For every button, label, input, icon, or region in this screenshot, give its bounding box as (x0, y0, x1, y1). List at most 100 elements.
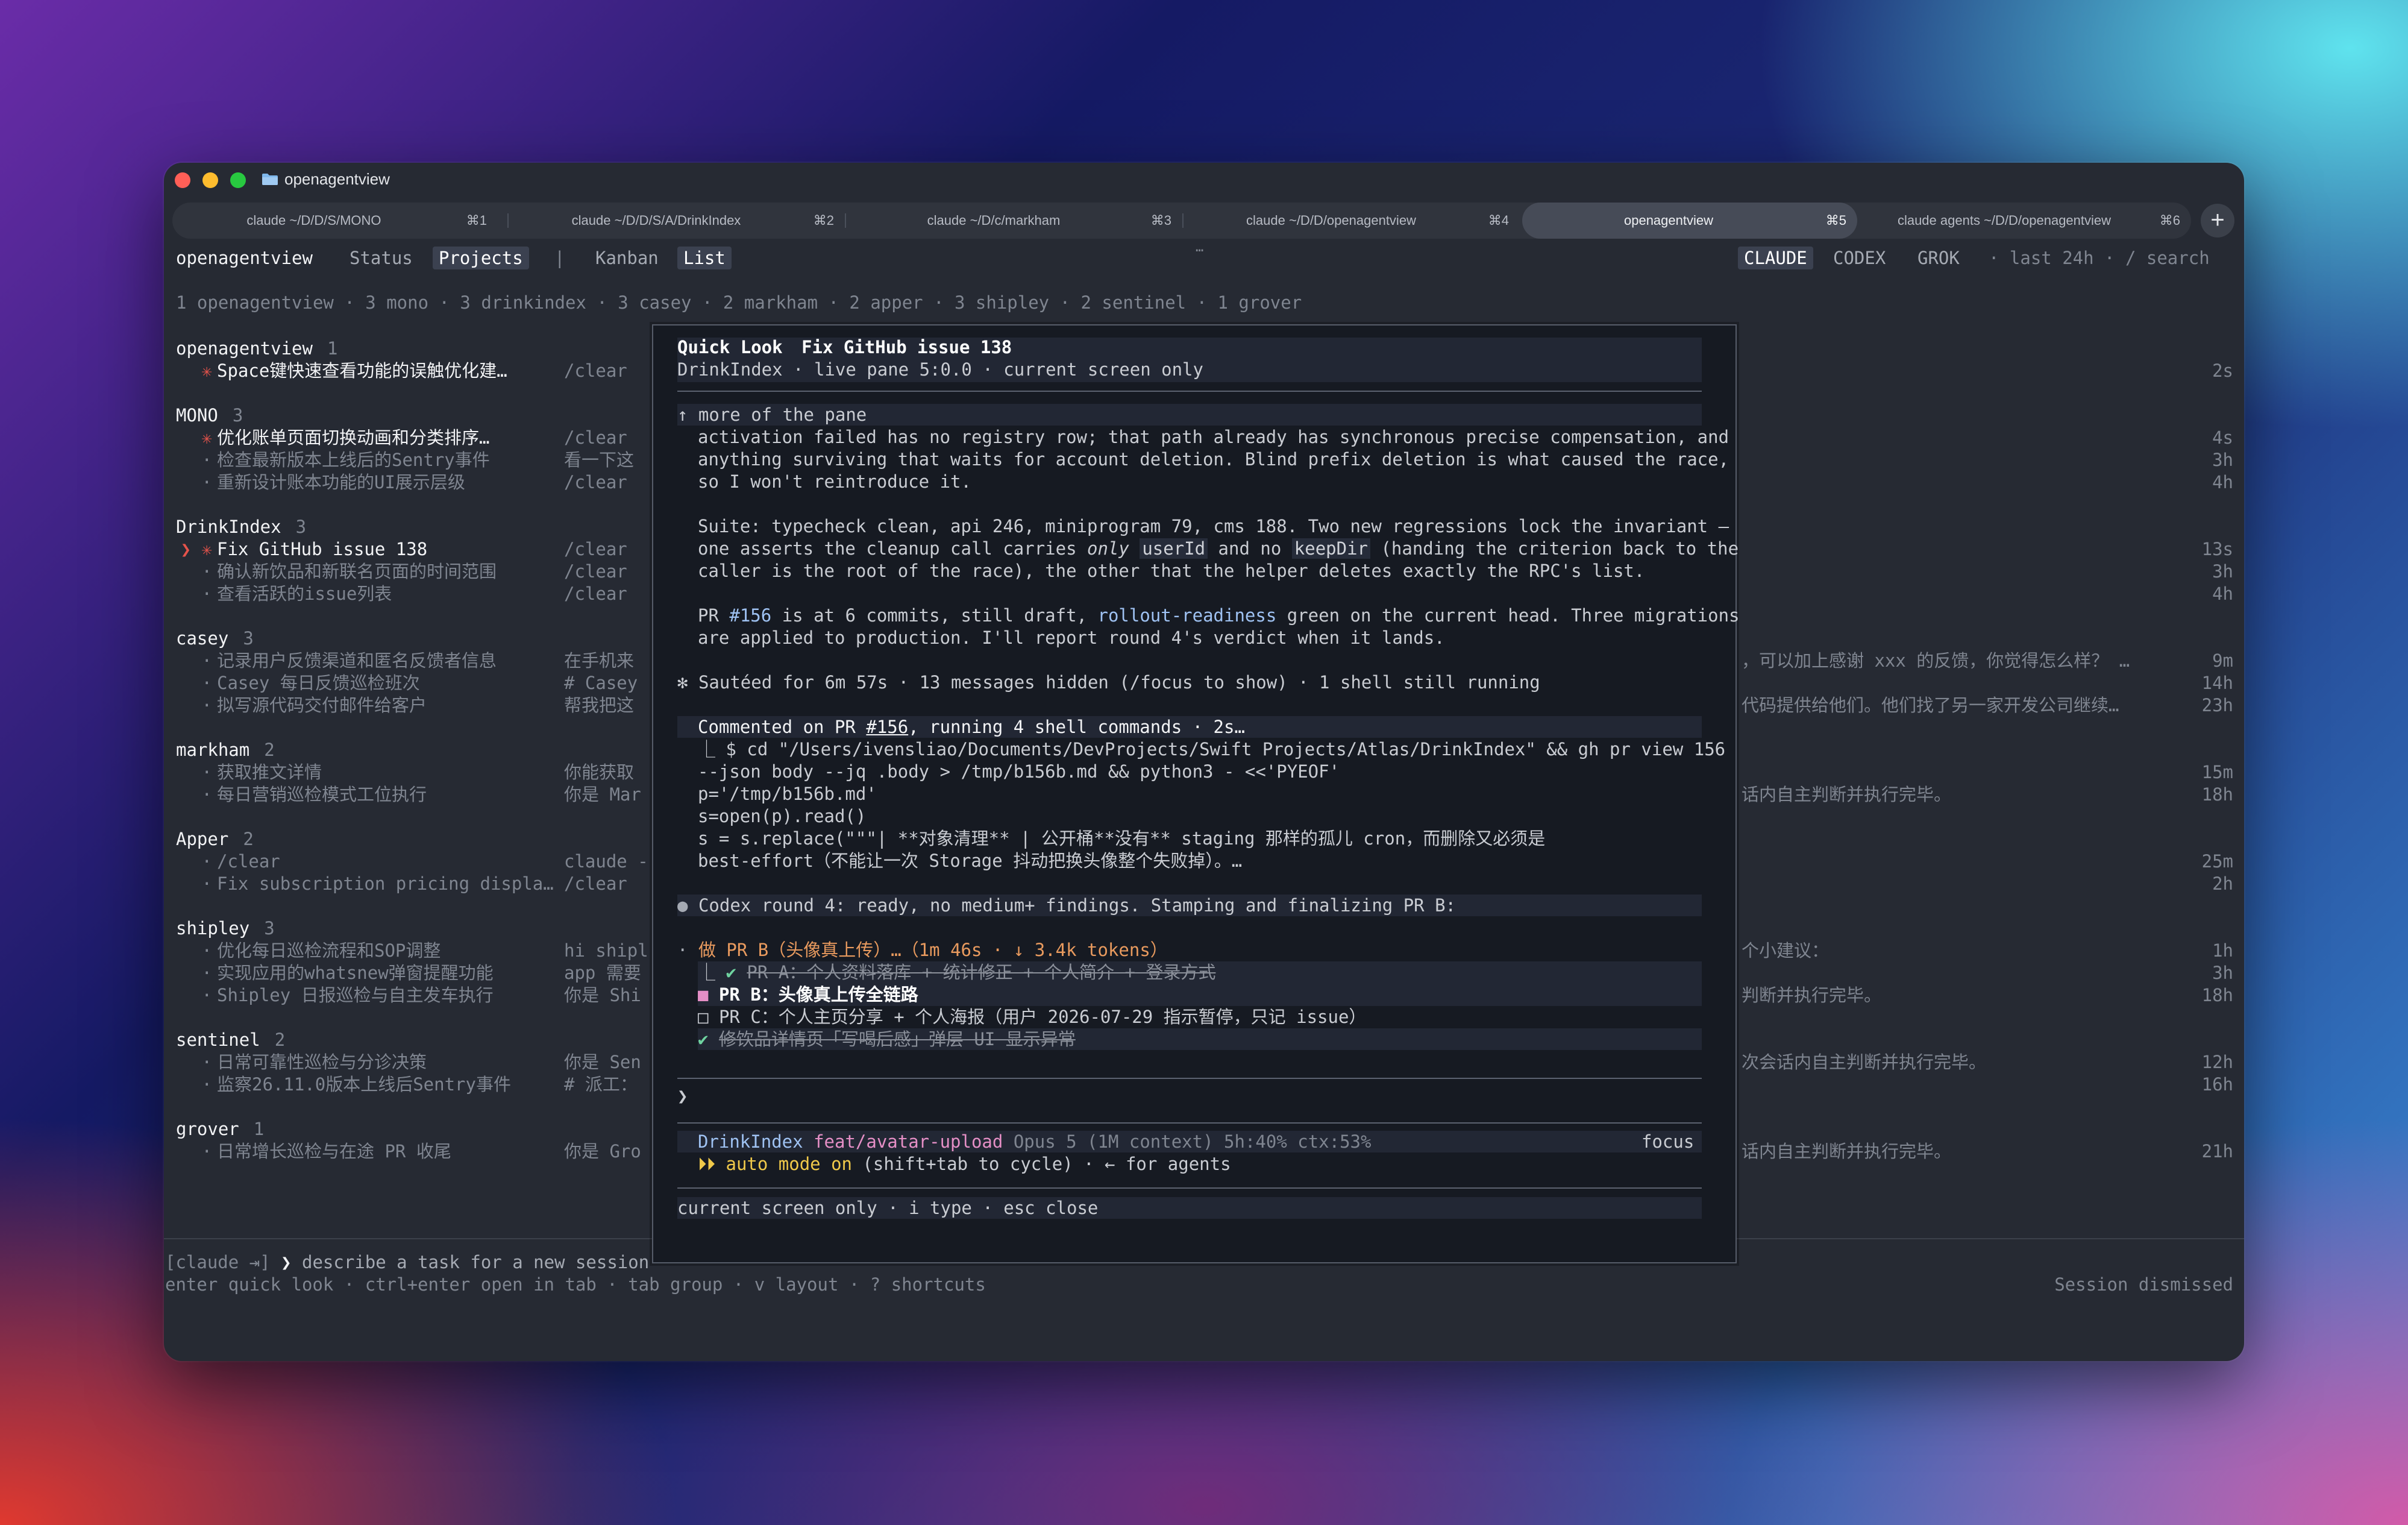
reply-line: are applied to production. I'll report r… (698, 627, 1445, 648)
session-time: 4s (2212, 427, 2233, 448)
session-bullet: · (201, 650, 212, 671)
project-header[interactable]: MONO 3 (176, 404, 243, 427)
tab-6[interactable]: claude agents ~/D/D/openagentview ⌘6 (1860, 203, 2191, 239)
reply-line: activation failed has no registry row; t… (698, 427, 1729, 447)
session-snippet: app 需要 (564, 963, 641, 983)
range-and-search[interactable]: · last 24h · / search (1989, 247, 2210, 269)
session-preview-tail: 话内自主判断并执行完毕。 (1742, 1141, 1952, 1162)
session-title: 日常可靠性巡检与分诊决策 (217, 1052, 427, 1072)
pr-link[interactable]: #156 (729, 605, 771, 626)
tab-shortcut: ⌘4 (1488, 213, 1509, 228)
project-header[interactable]: casey 3 (176, 627, 254, 650)
tab-shortcut: ⌘6 (2159, 213, 2180, 228)
project-name: MONO (176, 405, 218, 426)
shell-line: s = s.replace("""| **对象清理** | 公开桶**没有** … (698, 828, 1546, 849)
session-time: 2s (2212, 360, 2233, 381)
focus-button[interactable]: focus (1641, 1131, 1694, 1153)
quick-look-panel: Quick Look Fix GitHub issue 138 DrinkInd… (652, 324, 1740, 1263)
sauteed-line: ✻ Sautéed for 6m 57s · 13 messages hidde… (677, 671, 1540, 694)
plus-icon: + (2210, 207, 2225, 233)
session-time: 13s (2201, 539, 2233, 559)
shell-line: ⎿ $ cd "/Users/ivensliao/Documents/DevPr… (698, 739, 1726, 759)
session-bullet: · (201, 985, 212, 1005)
agent-codex[interactable]: CODEX (1833, 247, 1886, 269)
project-header[interactable]: grover 1 (176, 1118, 264, 1140)
agent-claude[interactable]: CLAUDE (1738, 247, 1813, 269)
title-bar: openagentview (164, 163, 2244, 199)
project-count: 2 (274, 1030, 286, 1050)
session-title: 实现应用的whatsnew弹窗提醒功能 (217, 963, 494, 983)
text: one asserts the cleanup call carries (698, 538, 1088, 559)
zoom-window-button[interactable] (230, 172, 246, 188)
session-time: 12h (2201, 1052, 2233, 1072)
agent-grok[interactable]: GROK (1917, 247, 1960, 269)
tab-5-active[interactable]: openagentview ⌘5 (1522, 203, 1857, 239)
project-header[interactable]: Apper 2 (176, 828, 254, 851)
codex-line: ● Codex round 4: ready, no medium+ findi… (677, 895, 1456, 917)
nav-divider: | (554, 248, 565, 268)
inline-code: keepDir (1291, 538, 1370, 559)
session-snippet: /clear (564, 561, 627, 582)
session-title: 优化账单页面切换动画和分类排序… (217, 427, 490, 448)
sauteed-text: Sautéed for 6m 57s · 13 messages hidden … (698, 672, 1540, 693)
tab-3[interactable]: claude ~/D/c/markham ⌘3 (847, 203, 1182, 239)
nav-list-label: List (677, 247, 732, 269)
session-title: 拟写源代码交付邮件给客户 (217, 695, 427, 715)
nav-kanban[interactable]: Kanban (595, 247, 659, 269)
auto-mode-label: auto mode on (726, 1154, 852, 1174)
session-title: 每日营销巡检模式工位执行 (217, 784, 427, 805)
reply-line: anything surviving that waits for accoun… (698, 449, 1729, 470)
input-caret[interactable]: ❯ (677, 1085, 688, 1107)
tab-1[interactable]: claude ~/D/D/S/MONO ⌘1 (172, 203, 498, 239)
session-snippet: # 派工： (564, 1074, 638, 1095)
nav-list[interactable]: List (677, 247, 732, 269)
tab-label: claude ~/D/D/openagentview (1246, 213, 1416, 228)
session-snippet: /clear (564, 583, 627, 604)
session-bullet: · (201, 472, 212, 492)
session-snippet: /clear (564, 873, 627, 894)
tab-2[interactable]: claude ~/D/D/S/A/DrinkIndex ⌘2 (510, 203, 845, 239)
text: PR (698, 605, 730, 626)
project-count: 2 (264, 740, 275, 760)
session-time: 21h (2201, 1141, 2233, 1162)
check-icon: ✔ (726, 962, 736, 983)
session-snippet: /clear (564, 539, 627, 559)
session-time: 16h (2201, 1074, 2233, 1095)
new-tab-button[interactable]: + (2201, 204, 2234, 237)
project-header[interactable]: shipley 3 (176, 917, 275, 940)
session-title: /clear (217, 851, 280, 872)
session-snippet: # Casey (564, 673, 638, 693)
todo-item: ⎿ ✔ PR A：个人资料落库 + 统计修正 + 个人简介 + 登录方式 (698, 961, 1215, 984)
quick-look-heading: Quick Look Fix GitHub issue 138 (677, 336, 1012, 359)
project-header[interactable]: markham 2 (176, 739, 275, 761)
text: green on the current head. Three migrati… (1276, 605, 1740, 626)
status-message: Session dismissed (2054, 1274, 2233, 1295)
project-count: 1 (253, 1119, 265, 1139)
session-title: 优化每日巡检流程和SOP调整 (217, 940, 441, 961)
nav-projects-label: Projects (433, 247, 529, 269)
tab-divider (1182, 213, 1184, 228)
close-window-button[interactable] (175, 172, 190, 188)
minimize-window-button[interactable] (202, 172, 218, 188)
session-snippet: 你是 Shi (564, 985, 641, 1005)
session-time: 3h (2212, 450, 2233, 470)
project-header[interactable]: sentinel 2 (176, 1029, 285, 1051)
session-time: 2h (2212, 873, 2233, 894)
session-snippet: /clear (564, 472, 627, 492)
project-header[interactable]: DrinkIndex 3 (176, 516, 306, 538)
project-summary: 1 openagentview · 3 mono · 3 drinkindex … (176, 292, 1302, 313)
nav-status[interactable]: Status (350, 247, 413, 269)
session-title: Casey 每日反馈巡检班次 (217, 673, 420, 693)
tab-4[interactable]: claude ~/D/D/openagentview ⌘4 (1185, 203, 1520, 239)
pr-link[interactable]: #156 (866, 717, 908, 737)
session-title: 记录用户反馈渠道和匿名反馈者信息 (217, 650, 497, 671)
session-bullet: · (201, 762, 212, 782)
status-line: DrinkIndex feat/avatar-upload Opus 5 (1M… (698, 1131, 1371, 1153)
project-count: 3 (295, 517, 307, 537)
nav-projects[interactable]: Projects (433, 247, 529, 269)
project-header[interactable]: openagentview 1 (176, 338, 337, 360)
new-task-prompt[interactable]: [claude ⇥] ❯ describe a task for a new s… (165, 1251, 649, 1274)
todo-item: ✔ 修饮品详情页「写喝后感」弹层 UI 显示异常 (698, 1028, 1076, 1051)
text: , running 4 shell commands · 2s… (908, 717, 1245, 737)
session-title: Space键快速查看功能的误触优化建… (217, 360, 507, 381)
